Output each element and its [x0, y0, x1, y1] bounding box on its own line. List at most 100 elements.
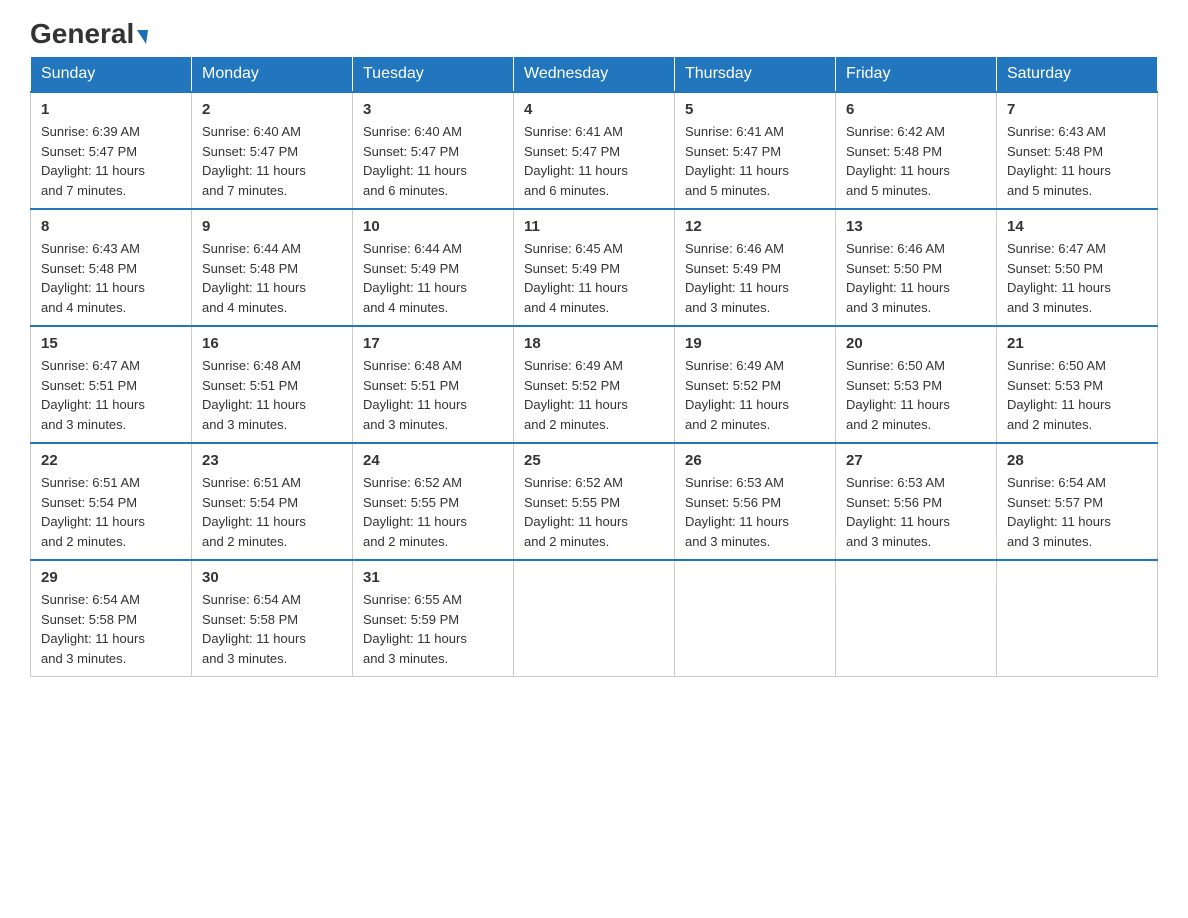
calendar-day-3: 3 Sunrise: 6:40 AMSunset: 5:47 PMDaylight…: [353, 92, 514, 209]
calendar-week-4: 22 Sunrise: 6:51 AMSunset: 5:54 PMDayligh…: [31, 443, 1158, 560]
calendar-day-18: 18 Sunrise: 6:49 AMSunset: 5:52 PMDayligh…: [514, 326, 675, 443]
day-info: Sunrise: 6:53 AMSunset: 5:56 PMDaylight:…: [685, 473, 825, 551]
empty-cell: [675, 560, 836, 677]
calendar-day-21: 21 Sunrise: 6:50 AMSunset: 5:53 PMDayligh…: [997, 326, 1158, 443]
days-of-week-row: SundayMondayTuesdayWednesdayThursdayFrid…: [31, 57, 1158, 93]
calendar-day-14: 14Sunrise: 6:47 AMSunset: 5:50 PMDayligh…: [997, 209, 1158, 326]
day-number: 15: [41, 335, 181, 352]
calendar-day-19: 19 Sunrise: 6:49 AMSunset: 5:52 PMDayligh…: [675, 326, 836, 443]
day-info: Sunrise: 6:43 AMSunset: 5:48 PMDaylight:…: [41, 239, 181, 317]
page-header: General: [30, 20, 1158, 46]
day-info: Sunrise: 6:54 AMSunset: 5:58 PMDaylight:…: [41, 590, 181, 668]
day-number: 5: [685, 101, 825, 118]
calendar-day-31: 31 Sunrise: 6:55 AMSunset: 5:59 PMDayligh…: [353, 560, 514, 677]
calendar-week-2: 8 Sunrise: 6:43 AMSunset: 5:48 PMDaylight…: [31, 209, 1158, 326]
weekday-header-tuesday: Tuesday: [353, 57, 514, 93]
calendar-week-1: 1Sunrise: 6:39 AMSunset: 5:47 PMDaylight…: [31, 92, 1158, 209]
day-info: Sunrise: 6:48 AMSunset: 5:51 PMDaylight:…: [202, 356, 342, 434]
day-number: 11: [524, 218, 664, 235]
day-info: Sunrise: 6:48 AMSunset: 5:51 PMDaylight:…: [363, 356, 503, 434]
day-number: 9: [202, 218, 342, 235]
weekday-header-wednesday: Wednesday: [514, 57, 675, 93]
calendar-day-28: 28 Sunrise: 6:54 AMSunset: 5:57 PMDayligh…: [997, 443, 1158, 560]
day-number: 28: [1007, 452, 1147, 469]
day-number: 29: [41, 569, 181, 586]
day-info: Sunrise: 6:50 AMSunset: 5:53 PMDaylight:…: [846, 356, 986, 434]
calendar-day-20: 20 Sunrise: 6:50 AMSunset: 5:53 PMDayligh…: [836, 326, 997, 443]
day-number: 2: [202, 101, 342, 118]
day-info: Sunrise: 6:54 AMSunset: 5:57 PMDaylight:…: [1007, 473, 1147, 551]
empty-cell: [514, 560, 675, 677]
calendar-header: SundayMondayTuesdayWednesdayThursdayFrid…: [31, 57, 1158, 93]
day-number: 8: [41, 218, 181, 235]
calendar-day-5: 5 Sunrise: 6:41 AMSunset: 5:47 PMDaylight…: [675, 92, 836, 209]
day-number: 20: [846, 335, 986, 352]
calendar-day-30: 30 Sunrise: 6:54 AMSunset: 5:58 PMDayligh…: [192, 560, 353, 677]
calendar-body: 1Sunrise: 6:39 AMSunset: 5:47 PMDaylight…: [31, 92, 1158, 677]
calendar-day-16: 16 Sunrise: 6:48 AMSunset: 5:51 PMDayligh…: [192, 326, 353, 443]
day-number: 19: [685, 335, 825, 352]
day-info: Sunrise: 6:41 AMSunset: 5:47 PMDaylight:…: [524, 122, 664, 200]
day-info: Sunrise: 6:42 AMSunset: 5:48 PMDaylight:…: [846, 122, 986, 200]
day-info: Sunrise: 6:49 AMSunset: 5:52 PMDaylight:…: [685, 356, 825, 434]
day-number: 13: [846, 218, 986, 235]
day-number: 18: [524, 335, 664, 352]
day-number: 7: [1007, 101, 1147, 118]
day-info: Sunrise: 6:40 AMSunset: 5:47 PMDaylight:…: [363, 122, 503, 200]
calendar-day-6: 6 Sunrise: 6:42 AMSunset: 5:48 PMDaylight…: [836, 92, 997, 209]
day-info: Sunrise: 6:46 AMSunset: 5:50 PMDaylight:…: [846, 239, 986, 317]
day-info: Sunrise: 6:49 AMSunset: 5:52 PMDaylight:…: [524, 356, 664, 434]
calendar-day-1: 1Sunrise: 6:39 AMSunset: 5:47 PMDaylight…: [31, 92, 192, 209]
day-number: 30: [202, 569, 342, 586]
calendar-day-26: 26Sunrise: 6:53 AMSunset: 5:56 PMDayligh…: [675, 443, 836, 560]
day-info: Sunrise: 6:52 AMSunset: 5:55 PMDaylight:…: [524, 473, 664, 551]
calendar-day-15: 15 Sunrise: 6:47 AMSunset: 5:51 PMDayligh…: [31, 326, 192, 443]
calendar-day-25: 25 Sunrise: 6:52 AMSunset: 5:55 PMDayligh…: [514, 443, 675, 560]
day-info: Sunrise: 6:45 AMSunset: 5:49 PMDaylight:…: [524, 239, 664, 317]
calendar-table: SundayMondayTuesdayWednesdayThursdayFrid…: [30, 56, 1158, 677]
day-number: 12: [685, 218, 825, 235]
day-info: Sunrise: 6:47 AMSunset: 5:50 PMDaylight:…: [1007, 239, 1147, 317]
weekday-header-friday: Friday: [836, 57, 997, 93]
day-info: Sunrise: 6:46 AMSunset: 5:49 PMDaylight:…: [685, 239, 825, 317]
day-number: 3: [363, 101, 503, 118]
calendar-week-3: 15 Sunrise: 6:47 AMSunset: 5:51 PMDayligh…: [31, 326, 1158, 443]
calendar-day-7: 7 Sunrise: 6:43 AMSunset: 5:48 PMDaylight…: [997, 92, 1158, 209]
day-info: Sunrise: 6:54 AMSunset: 5:58 PMDaylight:…: [202, 590, 342, 668]
calendar-day-17: 17Sunrise: 6:48 AMSunset: 5:51 PMDayligh…: [353, 326, 514, 443]
day-info: Sunrise: 6:53 AMSunset: 5:56 PMDaylight:…: [846, 473, 986, 551]
day-number: 22: [41, 452, 181, 469]
day-info: Sunrise: 6:43 AMSunset: 5:48 PMDaylight:…: [1007, 122, 1147, 200]
weekday-header-saturday: Saturday: [997, 57, 1158, 93]
calendar-day-11: 11 Sunrise: 6:45 AMSunset: 5:49 PMDayligh…: [514, 209, 675, 326]
day-number: 23: [202, 452, 342, 469]
day-number: 16: [202, 335, 342, 352]
day-number: 31: [363, 569, 503, 586]
calendar-day-24: 24 Sunrise: 6:52 AMSunset: 5:55 PMDayligh…: [353, 443, 514, 560]
day-number: 21: [1007, 335, 1147, 352]
day-info: Sunrise: 6:50 AMSunset: 5:53 PMDaylight:…: [1007, 356, 1147, 434]
day-info: Sunrise: 6:51 AMSunset: 5:54 PMDaylight:…: [202, 473, 342, 551]
day-info: Sunrise: 6:47 AMSunset: 5:51 PMDaylight:…: [41, 356, 181, 434]
day-info: Sunrise: 6:55 AMSunset: 5:59 PMDaylight:…: [363, 590, 503, 668]
calendar-day-10: 10Sunrise: 6:44 AMSunset: 5:49 PMDayligh…: [353, 209, 514, 326]
empty-cell: [836, 560, 997, 677]
day-number: 6: [846, 101, 986, 118]
day-number: 4: [524, 101, 664, 118]
day-info: Sunrise: 6:41 AMSunset: 5:47 PMDaylight:…: [685, 122, 825, 200]
calendar-day-4: 4 Sunrise: 6:41 AMSunset: 5:47 PMDaylight…: [514, 92, 675, 209]
day-number: 10: [363, 218, 503, 235]
logo-text: General: [30, 20, 148, 48]
calendar-week-5: 29 Sunrise: 6:54 AMSunset: 5:58 PMDayligh…: [31, 560, 1158, 677]
day-number: 25: [524, 452, 664, 469]
empty-cell: [997, 560, 1158, 677]
calendar-day-8: 8 Sunrise: 6:43 AMSunset: 5:48 PMDaylight…: [31, 209, 192, 326]
calendar-day-2: 2 Sunrise: 6:40 AMSunset: 5:47 PMDaylight…: [192, 92, 353, 209]
day-info: Sunrise: 6:52 AMSunset: 5:55 PMDaylight:…: [363, 473, 503, 551]
day-info: Sunrise: 6:40 AMSunset: 5:47 PMDaylight:…: [202, 122, 342, 200]
calendar-day-13: 13 Sunrise: 6:46 AMSunset: 5:50 PMDayligh…: [836, 209, 997, 326]
calendar-day-9: 9Sunrise: 6:44 AMSunset: 5:48 PMDaylight…: [192, 209, 353, 326]
day-number: 24: [363, 452, 503, 469]
calendar-day-29: 29 Sunrise: 6:54 AMSunset: 5:58 PMDayligh…: [31, 560, 192, 677]
calendar-day-12: 12 Sunrise: 6:46 AMSunset: 5:49 PMDayligh…: [675, 209, 836, 326]
